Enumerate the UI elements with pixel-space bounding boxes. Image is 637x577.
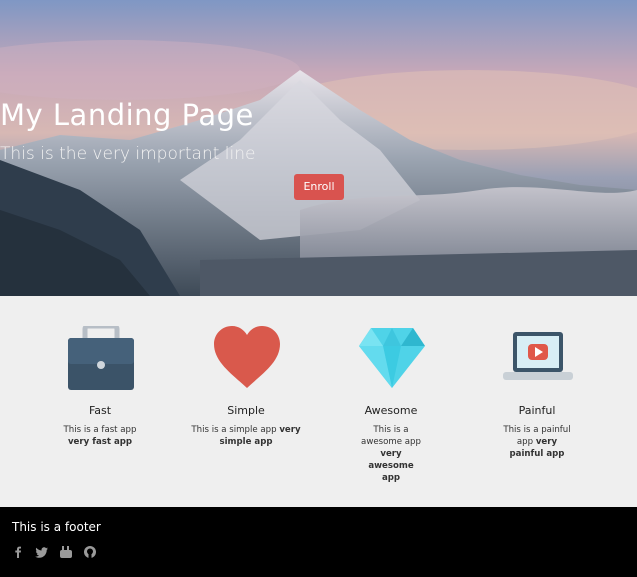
feature-desc-plain: This is a fast app (63, 425, 137, 435)
footer-text: This is a footer (12, 520, 101, 534)
heart-icon (214, 326, 280, 388)
feature-desc-plain: This is a simple app (191, 425, 277, 435)
feature-name: Awesome (364, 404, 418, 417)
twitter-icon[interactable] (35, 544, 49, 558)
feature-description: This is a painful app very painful app (472, 424, 602, 460)
feature-description: This is a fast app very fast app (35, 424, 165, 448)
youtube-icon[interactable] (59, 544, 73, 558)
features-section: Fast This is a fast app very fast app Si… (0, 296, 637, 507)
feature-name: Fast (88, 404, 112, 417)
feature-desc-bold: very fast app (67, 437, 133, 447)
feature-description: This is a awesome app very awesome app (326, 424, 456, 484)
social-links (11, 544, 102, 563)
diamond-icon (359, 328, 425, 388)
laptop-video-icon (503, 332, 573, 380)
feature-desc-plain: This is a awesome app (361, 425, 421, 447)
feature-name: Simple (227, 404, 265, 417)
facebook-icon[interactable] (11, 544, 25, 558)
github-icon[interactable] (83, 544, 97, 558)
hero-title: My Landing Page (0, 98, 254, 132)
enroll-button[interactable]: Enroll (294, 174, 344, 200)
feature-description: This is a simple app very simple app (181, 424, 311, 448)
hero-section: My Landing Page This is the very importa… (0, 0, 637, 296)
hero-subtitle: This is the very important line (0, 144, 256, 164)
footer: This is a footer (0, 507, 637, 577)
feature-name: Painful (518, 404, 556, 417)
feature-desc-bold: very awesome app (368, 449, 414, 483)
briefcase-icon (68, 326, 134, 390)
